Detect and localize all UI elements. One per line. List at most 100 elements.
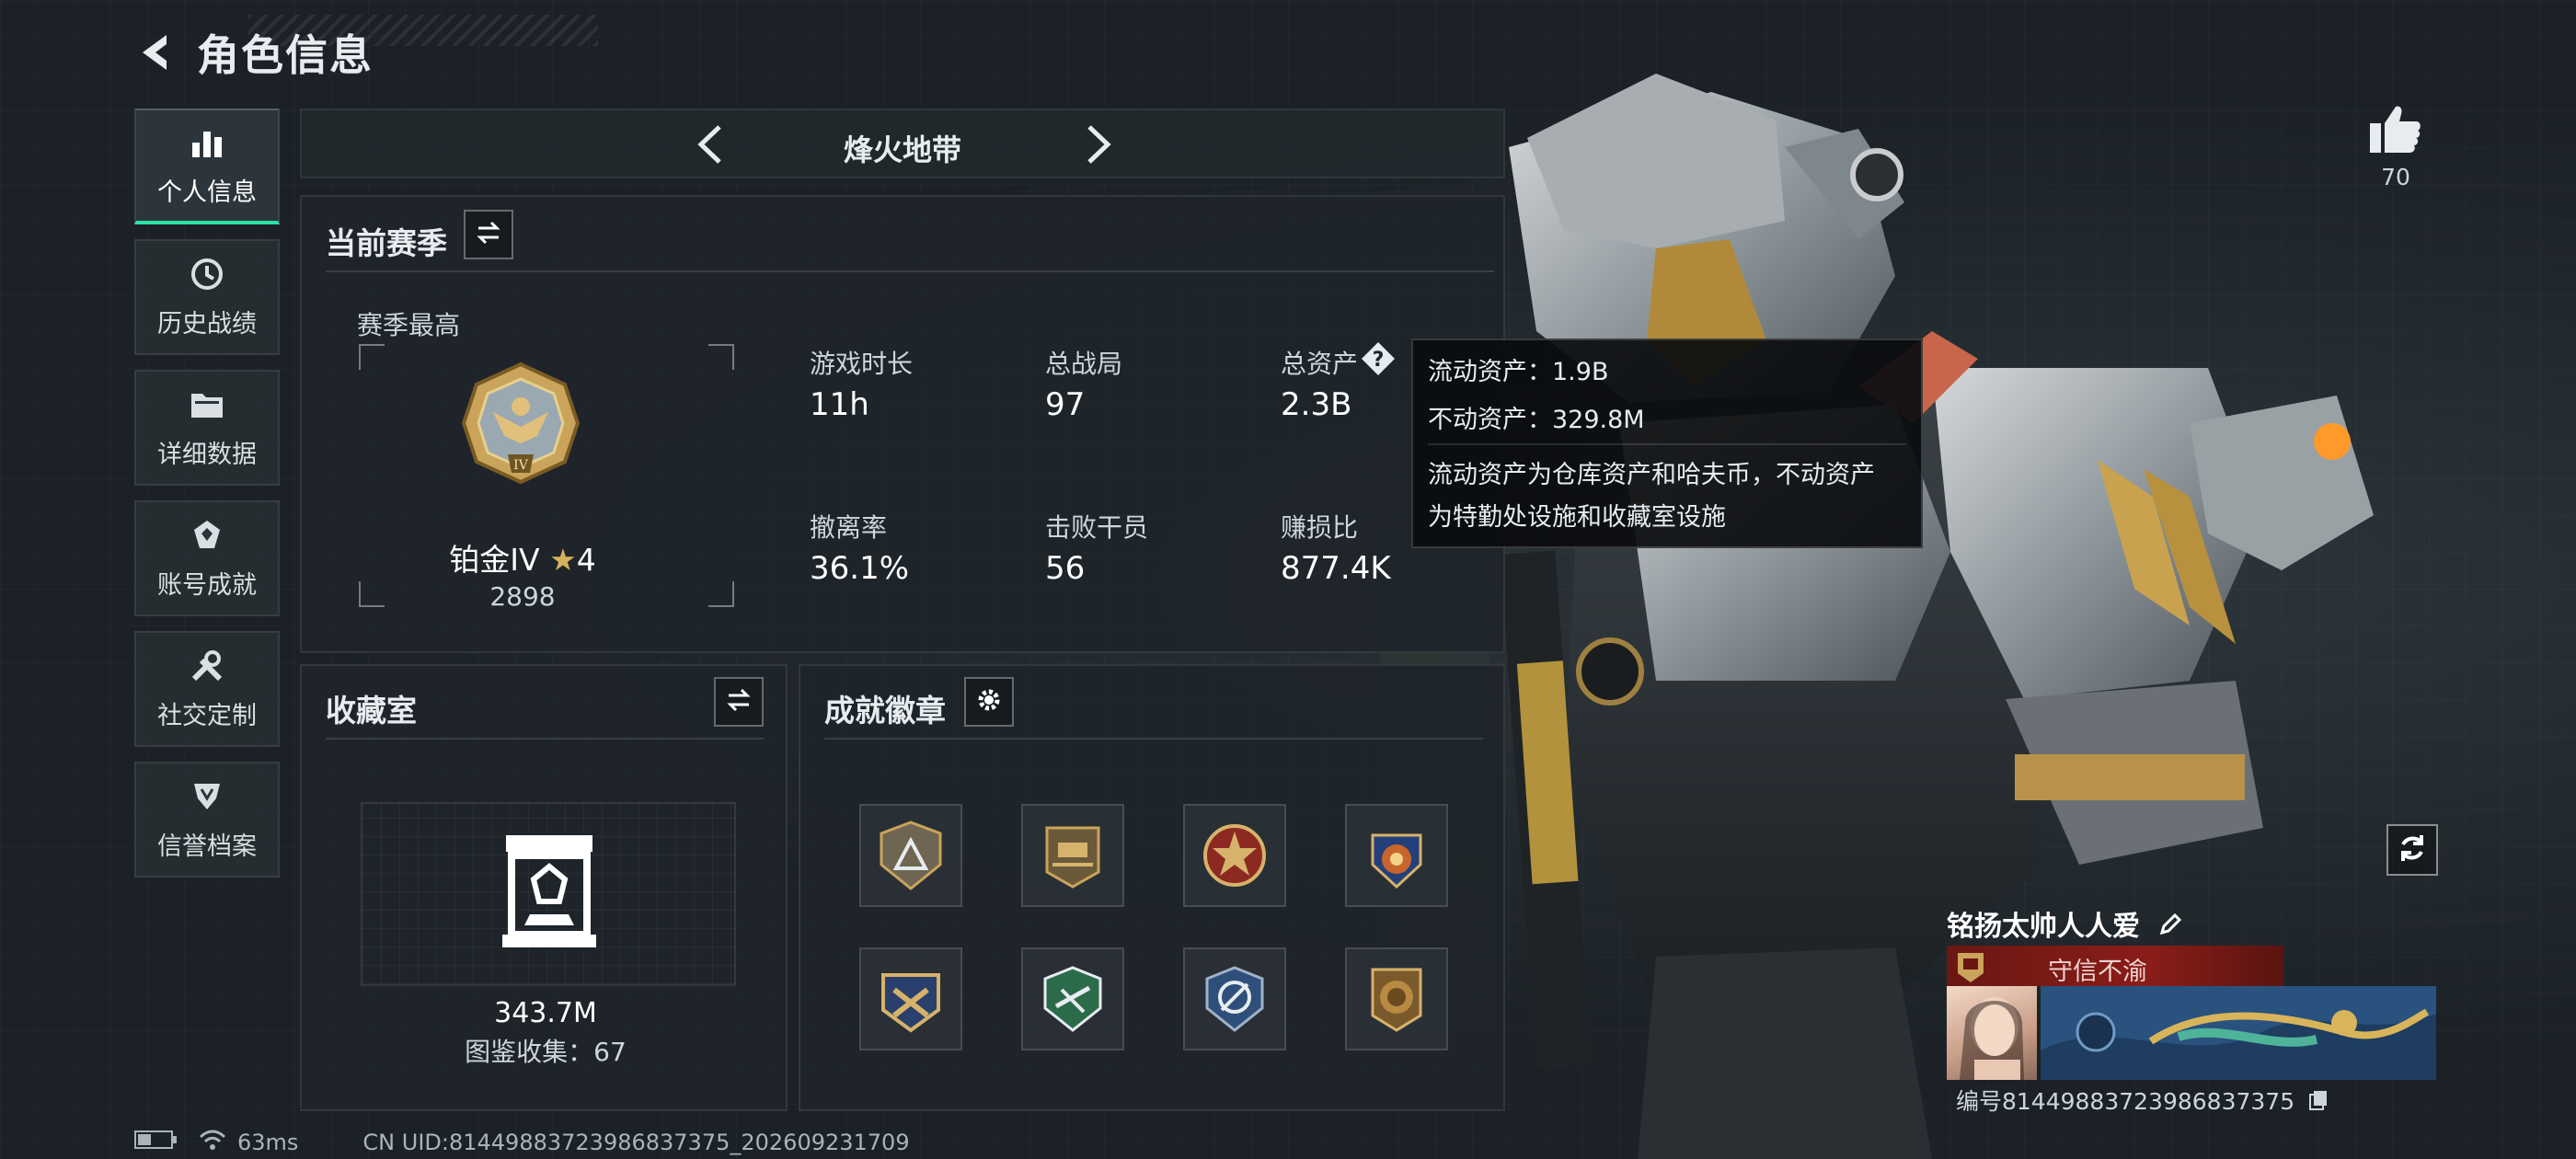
profile-banner[interactable] [2041, 986, 2436, 1080]
collection-panel: 收藏室 343.7M 图鉴收集：67 [300, 664, 788, 1111]
bar-chart-icon [189, 124, 225, 165]
collection-title: 收藏室 [326, 693, 417, 729]
ping: 63ms [237, 1130, 299, 1155]
refresh-icon [2396, 832, 2429, 868]
badge-6[interactable] [1021, 947, 1124, 1050]
stat-label-kills: 击败干员 [1045, 512, 1149, 543]
achievements-divider [824, 738, 1483, 740]
honor-title: 守信不渝 [2048, 958, 2147, 986]
tooltip-fixed: 不动资产：329.8M [1428, 406, 1645, 434]
svg-text:IV: IV [513, 458, 529, 473]
stat-label-profit-ratio: 赚损比 [1281, 512, 1359, 543]
star-icon: ★ [549, 542, 577, 578]
svg-text:?: ? [1373, 349, 1385, 372]
sidebar-item-label: 社交定制 [157, 701, 257, 730]
frame-corner [708, 581, 734, 607]
sidebar: 个人信息 历史战绩 详细数据 账号成就 社交定制 信誉档案 [134, 109, 282, 892]
player-name: 铭扬太帅人人爱 [1947, 903, 2184, 946]
swap-icon [475, 219, 502, 250]
assets-tooltip: 流动资产：1.9B 不动资产：329.8M 流动资产为仓库资产和哈夫币，不动资产… [1411, 339, 1923, 548]
mode-selector: 烽火地带 [300, 109, 1505, 178]
stat-value-playtime: 11h [810, 386, 869, 423]
header: 角色信息 [129, 20, 598, 85]
stat-value-profit-ratio: 877.4K [1281, 550, 1391, 587]
sidebar-item-label: 信誉档案 [157, 832, 257, 861]
wrench-icon [189, 648, 225, 688]
copy-icon[interactable] [2307, 1089, 2329, 1117]
badge-4[interactable] [1345, 804, 1448, 907]
refresh-button[interactable] [2386, 824, 2438, 876]
rank-row: 铂金IV ★4 [403, 535, 642, 580]
collection-display[interactable] [361, 802, 736, 986]
stat-value-extraction-rate: 36.1% [810, 550, 910, 587]
achievement-icon [189, 517, 225, 557]
sidebar-item-details[interactable]: 详细数据 [134, 370, 280, 486]
clock-icon [189, 256, 225, 296]
like-widget[interactable]: 70 [2361, 103, 2431, 190]
collection-switch-button[interactable] [714, 677, 764, 727]
badge-5[interactable] [859, 947, 962, 1050]
season-switch-button[interactable] [464, 210, 513, 259]
next-mode-arrow-icon[interactable] [1075, 121, 1121, 167]
stat-label-matches: 总战局 [1045, 349, 1123, 379]
sidebar-item-social[interactable]: 社交定制 [134, 631, 280, 747]
stat-value-assets: 2.3B [1281, 386, 1352, 423]
rank-score: 2898 [489, 581, 556, 612]
stat-label-playtime: 游戏时长 [810, 349, 914, 379]
help-icon[interactable]: ? [1360, 340, 1397, 377]
season-best-label: 赛季最高 [357, 310, 461, 340]
stat-value-kills: 56 [1045, 550, 1086, 587]
gear-icon [975, 686, 1003, 717]
sidebar-item-history[interactable]: 历史战绩 [134, 239, 280, 355]
frame-corner [359, 581, 385, 607]
sidebar-item-achievements[interactable]: 账号成就 [134, 500, 280, 616]
edit-icon[interactable] [2156, 911, 2184, 946]
badge-8[interactable] [1345, 947, 1448, 1050]
rank-name: 铂金IV [449, 542, 540, 578]
tooltip-divider [1428, 443, 1906, 445]
mode-name: 烽火地带 [843, 132, 961, 167]
page-title: 角色信息 [197, 30, 374, 80]
sidebar-item-label: 详细数据 [157, 440, 257, 469]
stat-value-matches: 97 [1045, 386, 1086, 423]
like-count: 70 [2381, 164, 2410, 190]
back-arrow-icon[interactable] [129, 25, 184, 80]
sidebar-item-credit[interactable]: 信誉档案 [134, 762, 280, 878]
player-name-text: 铭扬太帅人人爱 [1947, 911, 2140, 943]
status-bar: 63ms CN UID:81449883723986837375_2026092… [134, 1128, 910, 1157]
badge-2[interactable] [1021, 804, 1124, 907]
stat-label-extraction-rate: 撤离率 [810, 512, 888, 543]
sidebar-item-label: 个人信息 [157, 178, 257, 207]
cn-uid: CN UID:81449883723986837375_202609231709 [362, 1130, 910, 1155]
thumbs-up-icon [2368, 106, 2423, 158]
achievements-settings-button[interactable] [964, 677, 1014, 727]
sidebar-item-personal-info[interactable]: 个人信息 [134, 109, 280, 224]
vault-icon [499, 832, 600, 951]
achievements-panel: 成就徽章 [799, 664, 1505, 1111]
badge-3[interactable] [1183, 804, 1286, 907]
swap-icon [725, 686, 753, 717]
player-uid: 编号8144988372398683737​5 [1956, 1084, 2329, 1117]
shield-icon [189, 778, 225, 819]
battery-icon [134, 1130, 178, 1155]
tooltip-desc-line1: 流动资产为仓库资产和哈夫币，不动资产 [1428, 461, 1875, 489]
collection-value: 343.7M [494, 997, 597, 1029]
rank-stars: 4 [576, 542, 596, 578]
achievements-title: 成就徽章 [824, 693, 946, 729]
badge-7[interactable] [1183, 947, 1286, 1050]
season-panel: 当前赛季 赛季最高 IV 铂金IV ★4 2898 游戏时长 11h 总战局 9… [300, 195, 1505, 653]
honor-bar: 守信不渝 [1947, 946, 2283, 986]
stat-label-assets: 总资产 [1281, 349, 1359, 379]
collection-divider [326, 738, 764, 740]
frame-corner [359, 344, 385, 370]
wifi-icon [199, 1129, 226, 1156]
player-uid-text: 编号8144988372398683737​5 [1956, 1088, 2295, 1115]
tooltip-desc-line2: 为特勤处设施和收藏室设施 [1428, 503, 1726, 532]
honor-emblem-icon [1952, 947, 1989, 988]
frame-corner [708, 344, 734, 370]
avatar[interactable] [1947, 986, 2037, 1080]
rank-emblem-icon: IV [456, 359, 585, 488]
collection-catalog: 图鉴收集：67 [465, 1037, 627, 1067]
badge-1[interactable] [859, 804, 962, 907]
profile-card: 铭扬太帅人人爱 守信不渝 编号8144988372398683737​5 [1943, 901, 2440, 1115]
